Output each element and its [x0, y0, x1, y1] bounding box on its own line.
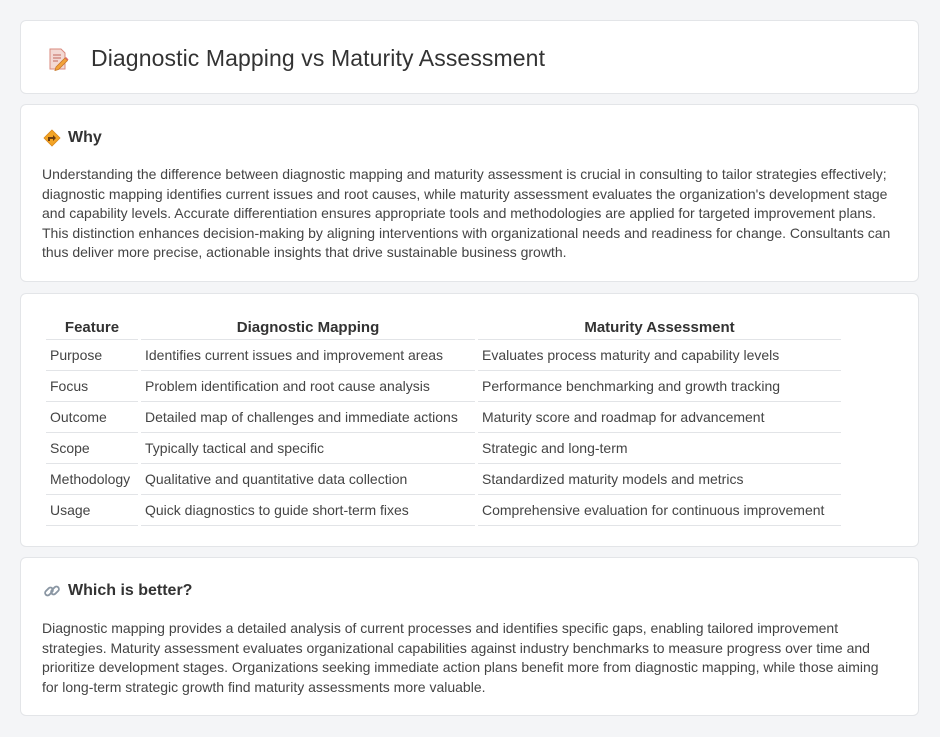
row-feature: Scope [46, 433, 138, 464]
row-feature: Methodology [46, 464, 138, 495]
document-pencil-icon [47, 47, 69, 71]
row-feature: Usage [46, 495, 138, 526]
header-maturity-assessment: Maturity Assessment [478, 316, 841, 340]
better-heading: Which is better? [43, 582, 192, 600]
row-diagnostic: Quick diagnostics to guide short-term fi… [141, 495, 475, 526]
which-better-card: Which is better? Diagnostic mapping prov… [20, 557, 919, 716]
row-maturity: Performance benchmarking and growth trac… [478, 371, 841, 402]
header-diagnostic-mapping: Diagnostic Mapping [141, 316, 475, 340]
page-title: Diagnostic Mapping vs Maturity Assessmen… [91, 45, 546, 71]
why-card: Why Understanding the difference between… [20, 104, 919, 282]
row-diagnostic: Problem identification and root cause an… [141, 371, 475, 402]
row-diagnostic: Typically tactical and specific [141, 433, 475, 464]
table-row: Purpose Identifies current issues and im… [46, 340, 841, 371]
row-feature: Focus [46, 371, 138, 402]
table-row: Methodology Qualitative and quantitative… [46, 464, 841, 495]
row-maturity: Standardized maturity models and metrics [478, 464, 841, 495]
table-row: Scope Typically tactical and specific St… [46, 433, 841, 464]
row-maturity: Comprehensive evaluation for continuous … [478, 495, 841, 526]
row-maturity: Maturity score and roadmap for advanceme… [478, 402, 841, 433]
diamond-sign-icon [43, 129, 61, 147]
why-title: Why [68, 129, 102, 146]
why-heading: Why [43, 129, 102, 147]
row-maturity: Strategic and long-term [478, 433, 841, 464]
title-card: Diagnostic Mapping vs Maturity Assessmen… [20, 20, 919, 94]
row-maturity: Evaluates process maturity and capabilit… [478, 340, 841, 371]
table-row: Outcome Detailed map of challenges and i… [46, 402, 841, 433]
row-diagnostic: Identifies current issues and improvemen… [141, 340, 475, 371]
row-feature: Purpose [46, 340, 138, 371]
table-row: Usage Quick diagnostics to guide short-t… [46, 495, 841, 526]
comparison-card: Feature Diagnostic Mapping Maturity Asse… [20, 293, 919, 547]
why-text: Understanding the difference between dia… [42, 166, 891, 261]
better-text: Diagnostic mapping provides a detailed a… [42, 620, 879, 695]
comparison-table: Feature Diagnostic Mapping Maturity Asse… [43, 316, 844, 526]
link-icon [43, 582, 61, 600]
row-feature: Outcome [46, 402, 138, 433]
better-title: Which is better? [68, 582, 193, 599]
table-header-row: Feature Diagnostic Mapping Maturity Asse… [46, 316, 841, 340]
table-row: Focus Problem identification and root ca… [46, 371, 841, 402]
row-diagnostic: Qualitative and quantitative data collec… [141, 464, 475, 495]
row-diagnostic: Detailed map of challenges and immediate… [141, 402, 475, 433]
title-row: Diagnostic Mapping vs Maturity Assessmen… [47, 45, 545, 72]
header-feature: Feature [46, 316, 138, 340]
